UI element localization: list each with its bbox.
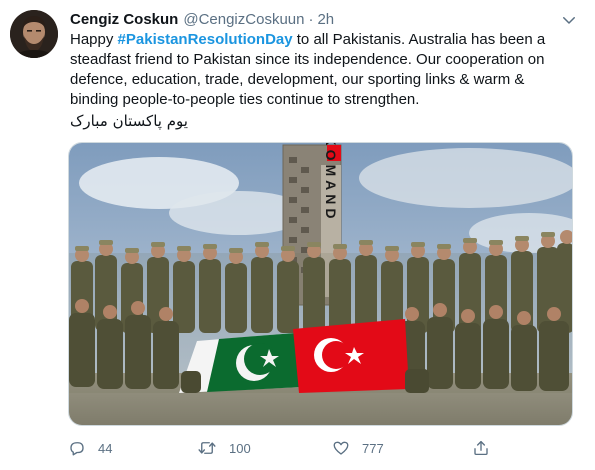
hashtag-link[interactable]: #PakistanResolutionDay <box>118 31 293 48</box>
author-name[interactable]: Cengiz Coskun <box>70 11 178 28</box>
urdu-greeting: یوم پاکستان مبارک <box>70 112 188 130</box>
timestamp[interactable]: 2h <box>317 11 334 28</box>
author-handle[interactable]: @CengizCoskuun <box>183 11 304 28</box>
reply-icon <box>70 442 84 456</box>
retweet-count: 100 <box>229 440 251 456</box>
heart-icon <box>333 441 349 455</box>
share-icon <box>474 440 488 456</box>
tower-lettering: KOMAND <box>323 143 339 223</box>
reply-button[interactable]: 44 <box>68 436 112 460</box>
tweet-text-intro: Happy <box>70 31 118 48</box>
tweet-card[interactable]: Cengiz Coskun @CengizCoskuun · 2h Happy … <box>0 0 595 470</box>
avatar[interactable] <box>10 10 58 58</box>
like-button[interactable]: 777 <box>332 436 384 460</box>
retweet-icon <box>198 442 216 454</box>
share-button[interactable] <box>472 436 490 460</box>
like-count: 777 <box>362 440 384 456</box>
separator-dot: · <box>308 10 314 28</box>
action-bar: 44 100 777 <box>68 436 508 460</box>
tweet-text: Happy #PakistanResolutionDay to all Paki… <box>70 30 570 110</box>
tweet-header: Cengiz Coskun @CengizCoskuun · 2h <box>70 9 334 29</box>
retweet-button[interactable]: 100 <box>197 436 251 460</box>
reply-count: 44 <box>98 440 113 456</box>
chevron-down-icon <box>563 17 575 24</box>
turkey-flag <box>293 319 409 393</box>
tweet-photo[interactable]: KOMAND <box>68 142 573 426</box>
more-options-button[interactable] <box>557 8 581 32</box>
